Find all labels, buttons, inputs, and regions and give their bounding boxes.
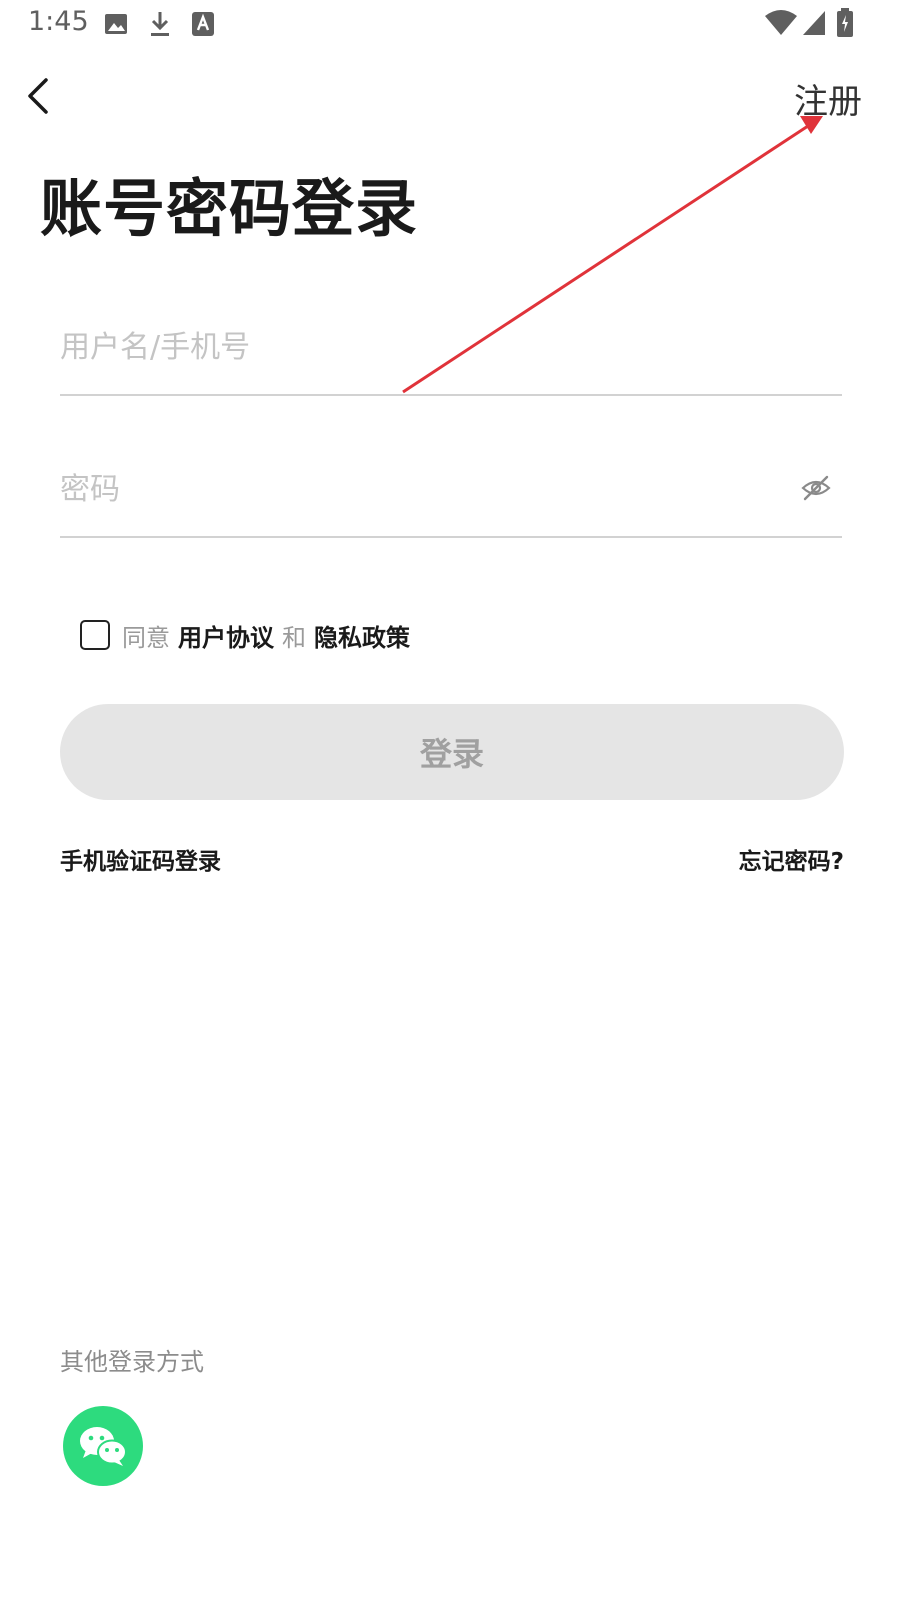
password-input[interactable]: [60, 464, 760, 514]
status-time: 1:45: [28, 6, 89, 37]
agree-text: 同意: [122, 623, 170, 652]
wechat-icon: [80, 1427, 127, 1466]
agreement-checkbox[interactable]: [80, 620, 110, 650]
chevron-left-icon: [28, 78, 48, 114]
login-button[interactable]: 登录: [60, 704, 844, 800]
wechat-login-button[interactable]: [63, 1406, 143, 1486]
register-link[interactable]: 注册: [794, 74, 862, 123]
battery-icon: [836, 8, 854, 42]
other-login-label: 其他登录方式: [60, 1348, 204, 1376]
back-button[interactable]: [18, 68, 66, 124]
status-bar: 1:45: [0, 0, 900, 48]
forgot-password-link[interactable]: 忘记密码?: [739, 842, 844, 876]
user-agreement-link[interactable]: 用户协议: [178, 618, 274, 653]
username-field-container: [60, 322, 842, 396]
page-title: 账号密码登录: [40, 172, 419, 245]
username-input[interactable]: [60, 322, 760, 372]
image-icon: [104, 12, 128, 40]
wifi-icon: [764, 10, 798, 40]
agreement-row: 同意 用户协议 和 隐私政策: [80, 618, 410, 653]
download-icon: [148, 10, 172, 42]
font-icon: [192, 12, 214, 40]
eye-off-icon[interactable]: [800, 472, 832, 504]
password-field-container: [60, 464, 842, 538]
sms-login-link[interactable]: 手机验证码登录: [60, 842, 221, 876]
and-text: 和: [282, 623, 306, 652]
signal-icon: [802, 10, 826, 40]
privacy-policy-link[interactable]: 隐私政策: [314, 618, 410, 653]
